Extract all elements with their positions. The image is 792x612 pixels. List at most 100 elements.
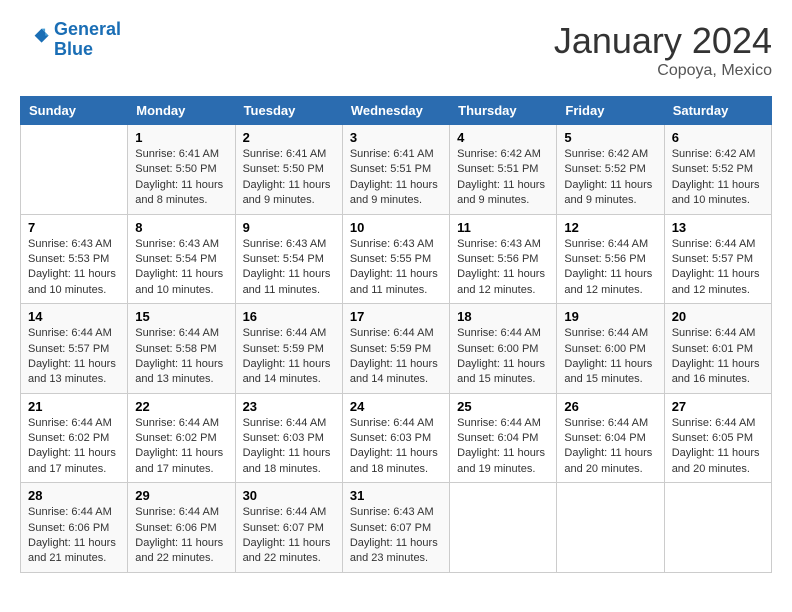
calendar-cell: 14Sunrise: 6:44 AMSunset: 5:57 PMDayligh… [21, 304, 128, 394]
day-info: Sunrise: 6:44 AMSunset: 6:04 PMDaylight:… [564, 416, 656, 478]
day-number: 30 [243, 488, 335, 503]
day-number: 12 [564, 220, 656, 235]
day-info: Sunrise: 6:44 AMSunset: 6:01 PMDaylight:… [672, 326, 764, 388]
calendar-cell: 7 Sunrise: 6:43 AMSunset: 5:53 PMDaylight… [21, 214, 128, 304]
calendar-cell: 12 Sunrise: 6:44 AMSunset: 5:56 PMDayligh… [557, 214, 664, 304]
calendar-cell: 19 Sunrise: 6:44 AMSunset: 6:00 PMDayligh… [557, 304, 664, 394]
calendar-cell [450, 483, 557, 573]
col-tuesday: Tuesday [235, 97, 342, 125]
location: Copoya, Mexico [554, 62, 772, 80]
calendar-cell: 15Sunrise: 6:44 AMSunset: 5:58 PMDayligh… [128, 304, 235, 394]
col-thursday: Thursday [450, 97, 557, 125]
day-info: Sunrise: 6:44 AMSunset: 6:06 PMDaylight:… [28, 505, 120, 567]
col-wednesday: Wednesday [342, 97, 449, 125]
calendar-cell: 26 Sunrise: 6:44 AMSunset: 6:04 PMDayligh… [557, 393, 664, 483]
page-header: General Blue January 2024 Copoya, Mexico [20, 20, 772, 80]
col-monday: Monday [128, 97, 235, 125]
calendar-cell: 24 Sunrise: 6:44 AMSunset: 6:03 PMDayligh… [342, 393, 449, 483]
calendar-cell: 11Sunrise: 6:43 AMSunset: 5:56 PMDayligh… [450, 214, 557, 304]
calendar-cell: 28 Sunrise: 6:44 AMSunset: 6:06 PMDayligh… [21, 483, 128, 573]
logo-icon [22, 23, 50, 51]
calendar-cell: 22Sunrise: 6:44 AMSunset: 6:02 PMDayligh… [128, 393, 235, 483]
calendar-cell: 31 Sunrise: 6:43 AMSunset: 6:07 PMDayligh… [342, 483, 449, 573]
day-number: 20 [672, 309, 764, 324]
calendar-cell [557, 483, 664, 573]
day-number: 8 [135, 220, 227, 235]
day-number: 4 [457, 130, 549, 145]
calendar-week-row: 7 Sunrise: 6:43 AMSunset: 5:53 PMDaylight… [21, 214, 772, 304]
day-info: Sunrise: 6:44 AMSunset: 5:59 PMDaylight:… [350, 326, 442, 388]
day-info: Sunrise: 6:44 AMSunset: 5:59 PMDaylight:… [243, 326, 335, 388]
day-info: Sunrise: 6:44 AMSunset: 6:03 PMDaylight:… [350, 416, 442, 478]
day-info: Sunrise: 6:43 AMSunset: 6:07 PMDaylight:… [350, 505, 442, 567]
day-number: 16 [243, 309, 335, 324]
logo-text-line2: Blue [54, 40, 121, 60]
calendar-cell: 18Sunrise: 6:44 AMSunset: 6:00 PMDayligh… [450, 304, 557, 394]
logo-text-line1: General [54, 20, 121, 40]
day-info: Sunrise: 6:41 AMSunset: 5:51 PMDaylight:… [350, 147, 442, 209]
day-info: Sunrise: 6:44 AMSunset: 6:00 PMDaylight:… [564, 326, 656, 388]
day-info: Sunrise: 6:43 AMSunset: 5:55 PMDaylight:… [350, 237, 442, 299]
day-info: Sunrise: 6:44 AMSunset: 6:04 PMDaylight:… [457, 416, 549, 478]
month-title: January 2024 [554, 20, 772, 62]
day-info: Sunrise: 6:44 AMSunset: 5:57 PMDaylight:… [672, 237, 764, 299]
day-info: Sunrise: 6:42 AMSunset: 5:51 PMDaylight:… [457, 147, 549, 209]
day-number: 13 [672, 220, 764, 235]
day-info: Sunrise: 6:42 AMSunset: 5:52 PMDaylight:… [564, 147, 656, 209]
calendar-cell: 17 Sunrise: 6:44 AMSunset: 5:59 PMDayligh… [342, 304, 449, 394]
day-number: 31 [350, 488, 442, 503]
day-info: Sunrise: 6:44 AMSunset: 5:56 PMDaylight:… [564, 237, 656, 299]
calendar-week-row: 21 Sunrise: 6:44 AMSunset: 6:02 PMDayligh… [21, 393, 772, 483]
calendar-cell: 29Sunrise: 6:44 AMSunset: 6:06 PMDayligh… [128, 483, 235, 573]
day-info: Sunrise: 6:44 AMSunset: 5:57 PMDaylight:… [28, 326, 120, 388]
day-number: 7 [28, 220, 120, 235]
calendar-cell [21, 125, 128, 215]
col-saturday: Saturday [664, 97, 771, 125]
calendar-cell: 25Sunrise: 6:44 AMSunset: 6:04 PMDayligh… [450, 393, 557, 483]
day-info: Sunrise: 6:43 AMSunset: 5:54 PMDaylight:… [243, 237, 335, 299]
day-number: 29 [135, 488, 227, 503]
calendar-week-row: 14Sunrise: 6:44 AMSunset: 5:57 PMDayligh… [21, 304, 772, 394]
day-number: 17 [350, 309, 442, 324]
calendar-cell [664, 483, 771, 573]
calendar-cell: 21 Sunrise: 6:44 AMSunset: 6:02 PMDayligh… [21, 393, 128, 483]
calendar-cell: 13 Sunrise: 6:44 AMSunset: 5:57 PMDayligh… [664, 214, 771, 304]
day-number: 21 [28, 399, 120, 414]
day-number: 6 [672, 130, 764, 145]
day-info: Sunrise: 6:44 AMSunset: 6:05 PMDaylight:… [672, 416, 764, 478]
day-number: 2 [243, 130, 335, 145]
day-number: 28 [28, 488, 120, 503]
day-number: 26 [564, 399, 656, 414]
calendar-header-row: Sunday Monday Tuesday Wednesday Thursday… [21, 97, 772, 125]
day-info: Sunrise: 6:42 AMSunset: 5:52 PMDaylight:… [672, 147, 764, 209]
day-info: Sunrise: 6:44 AMSunset: 6:02 PMDaylight:… [28, 416, 120, 478]
day-info: Sunrise: 6:41 AMSunset: 5:50 PMDaylight:… [243, 147, 335, 209]
day-info: Sunrise: 6:44 AMSunset: 6:07 PMDaylight:… [243, 505, 335, 567]
calendar-cell: 27 Sunrise: 6:44 AMSunset: 6:05 PMDayligh… [664, 393, 771, 483]
calendar-week-row: 1Sunrise: 6:41 AMSunset: 5:50 PMDaylight… [21, 125, 772, 215]
day-number: 9 [243, 220, 335, 235]
title-block: January 2024 Copoya, Mexico [554, 20, 772, 80]
calendar-cell: 20 Sunrise: 6:44 AMSunset: 6:01 PMDayligh… [664, 304, 771, 394]
calendar-week-row: 28 Sunrise: 6:44 AMSunset: 6:06 PMDayligh… [21, 483, 772, 573]
calendar-cell: 1Sunrise: 6:41 AMSunset: 5:50 PMDaylight… [128, 125, 235, 215]
col-sunday: Sunday [21, 97, 128, 125]
calendar-cell: 16 Sunrise: 6:44 AMSunset: 5:59 PMDayligh… [235, 304, 342, 394]
day-info: Sunrise: 6:44 AMSunset: 6:03 PMDaylight:… [243, 416, 335, 478]
day-info: Sunrise: 6:43 AMSunset: 5:54 PMDaylight:… [135, 237, 227, 299]
calendar-cell: 10 Sunrise: 6:43 AMSunset: 5:55 PMDayligh… [342, 214, 449, 304]
calendar-cell: 2 Sunrise: 6:41 AMSunset: 5:50 PMDaylight… [235, 125, 342, 215]
day-number: 22 [135, 399, 227, 414]
calendar-cell: 9 Sunrise: 6:43 AMSunset: 5:54 PMDaylight… [235, 214, 342, 304]
day-number: 27 [672, 399, 764, 414]
day-info: Sunrise: 6:43 AMSunset: 5:53 PMDaylight:… [28, 237, 120, 299]
day-number: 15 [135, 309, 227, 324]
day-number: 19 [564, 309, 656, 324]
calendar-cell: 6 Sunrise: 6:42 AMSunset: 5:52 PMDaylight… [664, 125, 771, 215]
calendar-table: Sunday Monday Tuesday Wednesday Thursday… [20, 96, 772, 573]
day-number: 23 [243, 399, 335, 414]
day-info: Sunrise: 6:43 AMSunset: 5:56 PMDaylight:… [457, 237, 549, 299]
day-number: 10 [350, 220, 442, 235]
day-number: 24 [350, 399, 442, 414]
logo: General Blue [20, 20, 121, 60]
